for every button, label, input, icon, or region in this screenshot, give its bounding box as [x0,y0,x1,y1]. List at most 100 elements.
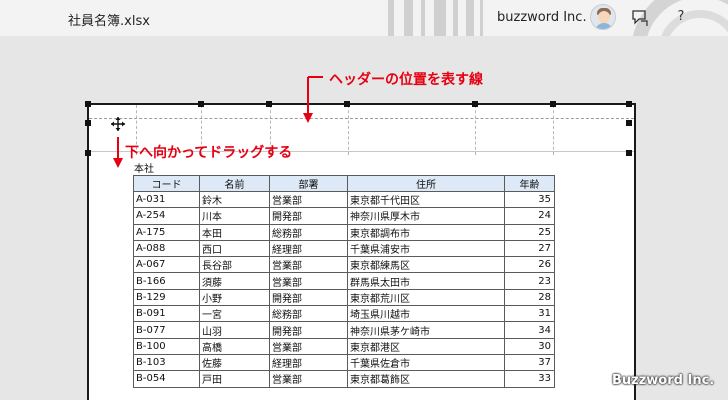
table-cell[interactable]: 小野 [199,288,270,307]
table-cell[interactable]: 東京都練馬区 [347,256,505,274]
table-cell[interactable]: 総務部 [269,305,348,323]
table-cell[interactable]: B-100 [133,337,200,355]
table-cell[interactable]: A-175 [133,223,200,241]
table-cell[interactable]: 営業部 [269,337,348,355]
table-cell[interactable]: 37 [504,353,555,372]
table-cell[interactable]: 東京都葛飾区 [347,370,505,388]
table-cell[interactable]: 28 [504,288,555,307]
table-cell[interactable]: A-031 [133,190,200,209]
table-cell[interactable]: 開発部 [269,288,348,307]
table-cell[interactable]: 31 [504,305,555,323]
gridline [475,105,476,155]
table-row: B-091 一宮 総務部 埼玉県川越市 31 [133,305,555,323]
resize-handle[interactable] [266,101,272,107]
gridline [553,105,554,155]
table-cell[interactable]: 東京都港区 [347,337,505,355]
table-cell[interactable]: B-103 [133,353,200,372]
table-cell[interactable]: 佐藤 [199,353,270,372]
resize-handle[interactable] [85,101,91,107]
table-row: B-166 須藤 営業部 群馬県太田市 23 [133,272,555,290]
table-cell[interactable]: 23 [504,272,555,290]
table-row: A-031 鈴木 営業部 東京都千代田区 35 [133,190,555,209]
table-cell[interactable]: 30 [504,337,555,355]
column-header[interactable]: 年齢 [504,175,555,192]
table-cell[interactable]: 鈴木 [199,190,270,209]
table-cell[interactable]: 33 [504,370,555,388]
table-cell[interactable]: B-091 [133,305,200,323]
table-cell[interactable]: 35 [504,190,555,209]
resize-handle[interactable] [344,101,350,107]
table-cell[interactable]: B-077 [133,321,200,339]
table-cell[interactable]: B-054 [133,370,200,388]
resize-handle[interactable] [85,150,91,156]
table-cell[interactable]: 長谷部 [199,256,270,274]
table-cell[interactable]: A-254 [133,207,200,225]
feedback-icon[interactable] [630,8,650,28]
table-cell[interactable]: 開発部 [269,321,348,339]
table-cell[interactable]: 群馬県太田市 [347,272,505,290]
table-cell[interactable]: 経理部 [269,353,348,372]
resize-handle[interactable] [198,101,204,107]
table-cell[interactable]: 千葉県浦安市 [347,239,505,258]
page-header-text[interactable]: 本社 [134,160,154,175]
user-avatar[interactable] [590,4,616,30]
table-cell[interactable]: 東京都千代田区 [347,190,505,209]
table-row: A-254 川本 開発部 神奈川県厚木市 24 [133,207,555,225]
table-row: B-077 山羽 開発部 神奈川県茅ケ崎市 34 [133,321,555,339]
table-cell[interactable]: 千葉県佐倉市 [347,353,505,372]
table-row: B-054 戸田 営業部 東京都葛飾区 33 [133,370,555,388]
table-cell[interactable]: 神奈川県茅ケ崎市 [347,321,505,339]
table-cell[interactable]: 営業部 [269,272,348,290]
table-row: B-103 佐藤 経理部 千葉県佐倉市 37 [133,353,555,372]
resize-handle[interactable] [626,150,632,156]
gridline [348,105,349,155]
table-row: A-067 長谷部 営業部 東京都練馬区 26 [133,256,555,274]
table-cell[interactable]: 営業部 [269,190,348,209]
annotation-header-line: ヘッダーの位置を表す線 [329,72,483,88]
table-cell[interactable]: 須藤 [199,272,270,290]
table-cell[interactable]: 川本 [199,207,270,225]
table-cell[interactable]: 24 [504,207,555,225]
table-cell[interactable]: B-166 [133,272,200,290]
table-row: A-175 本田 総務部 東京都調布市 25 [133,223,555,241]
table-cell[interactable]: 25 [504,223,555,241]
table-cell[interactable]: 神奈川県厚木市 [347,207,505,225]
table-row: B-100 高橋 営業部 東京都港区 30 [133,337,555,355]
table-cell[interactable]: 東京都荒川区 [347,288,505,307]
table-cell[interactable]: 34 [504,321,555,339]
column-header[interactable]: コード [133,175,200,192]
table-cell[interactable]: 26 [504,256,555,274]
table-cell[interactable]: B-129 [133,288,200,307]
table-cell[interactable]: 埼玉県川越市 [347,305,505,323]
resize-handle[interactable] [626,101,632,107]
table-cell[interactable]: 一宮 [199,305,270,323]
help-button[interactable]: ? [674,9,688,27]
table-cell[interactable]: A-067 [133,256,200,274]
employee-table: コード 名前 部署 住所 年齢 A-031 鈴木 営業部 東京都千代田区 35 A-254… [133,175,555,388]
column-header[interactable]: 住所 [347,175,505,192]
table-cell[interactable]: 営業部 [269,370,348,388]
account-name[interactable]: buzzword Inc. [497,10,587,25]
resize-handle[interactable] [550,101,556,107]
table-cell[interactable]: 戸田 [199,370,270,388]
table-cell[interactable]: 営業部 [269,256,348,274]
table-cell[interactable]: 西口 [199,239,270,258]
column-header[interactable]: 名前 [199,175,270,192]
table-cell[interactable]: 総務部 [269,223,348,241]
column-header[interactable]: 部署 [269,175,348,192]
table-row: A-088 西口 経理部 千葉県浦安市 27 [133,239,555,258]
table-cell[interactable]: 経理部 [269,239,348,258]
move-cursor-icon [111,117,125,131]
resize-handle[interactable] [472,101,478,107]
table-cell[interactable]: 開発部 [269,207,348,225]
resize-handle[interactable] [626,120,632,126]
table-cell[interactable]: 山羽 [199,321,270,339]
table-cell[interactable]: 東京都調布市 [347,223,505,241]
table-cell[interactable]: 高橋 [199,337,270,355]
resize-handle[interactable] [85,120,91,126]
table-row: B-129 小野 開発部 東京都荒川区 28 [133,288,555,307]
table-cell[interactable]: 本田 [199,223,270,241]
table-cell[interactable]: A-088 [133,239,200,258]
table-cell[interactable]: 27 [504,239,555,258]
title-bar: 社員名簿.xlsx buzzword Inc. ? [0,0,728,36]
